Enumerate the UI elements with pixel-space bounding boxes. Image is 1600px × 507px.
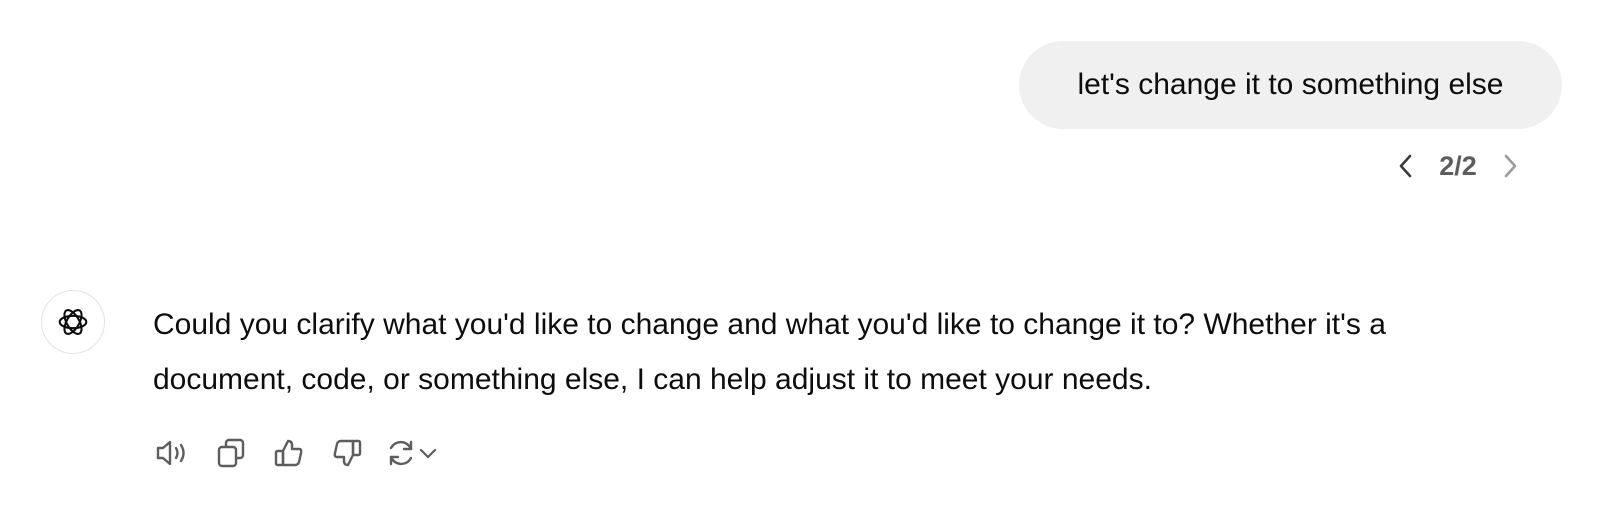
speaker-icon <box>156 440 185 466</box>
response-pager: 2/2 <box>1386 146 1530 186</box>
user-message-bubble: let's change it to something else <box>1019 41 1562 129</box>
assistant-message-text: Could you clarify what you'd like to cha… <box>153 308 1386 396</box>
assistant-avatar <box>41 290 105 354</box>
previous-response-button[interactable] <box>1386 146 1426 186</box>
chevron-left-icon <box>1399 154 1412 178</box>
next-response-button[interactable] <box>1490 146 1530 186</box>
openai-logo-icon <box>58 309 88 335</box>
thumbs-up-icon <box>274 439 303 467</box>
thumbs-down-icon <box>333 439 362 467</box>
message-actions <box>153 433 449 473</box>
user-message-text: let's change it to something else <box>1077 68 1504 101</box>
chat-page: let's change it to something else 2/2 Co… <box>0 0 1600 507</box>
read-aloud-button[interactable] <box>153 433 193 473</box>
copy-icon <box>217 438 245 468</box>
chevron-down-icon <box>419 448 437 459</box>
copy-button[interactable] <box>211 433 251 473</box>
regenerate-button[interactable] <box>385 433 449 473</box>
good-response-button[interactable] <box>269 433 309 473</box>
regenerate-icon <box>389 440 413 466</box>
bad-response-button[interactable] <box>327 433 367 473</box>
chevron-right-icon <box>1504 154 1517 178</box>
pager-count: 2/2 <box>1439 150 1477 181</box>
